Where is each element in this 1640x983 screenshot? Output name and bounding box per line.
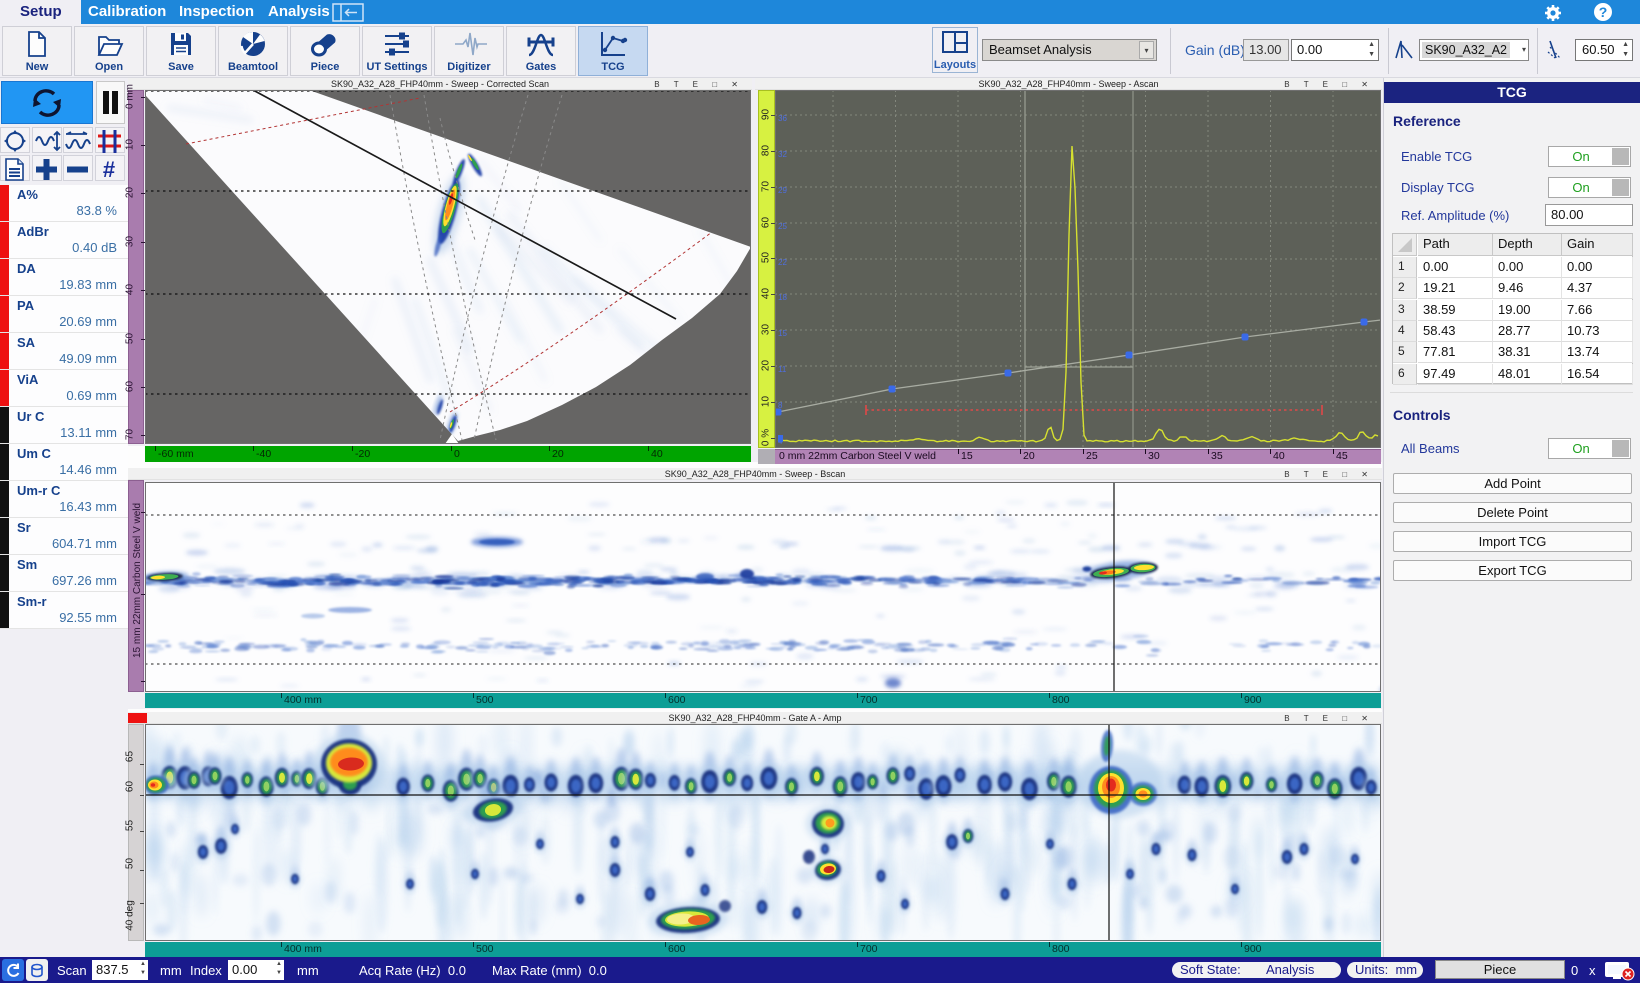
svg-text:#: # — [103, 157, 115, 182]
svg-text:18: 18 — [778, 293, 787, 302]
svg-text:11: 11 — [778, 365, 787, 374]
svg-text:8: 8 — [778, 401, 783, 410]
svg-text:29: 29 — [778, 186, 787, 195]
svg-text:22: 22 — [778, 258, 787, 267]
svg-text:32: 32 — [778, 150, 787, 159]
svg-text:36: 36 — [778, 114, 787, 123]
svg-text:25: 25 — [778, 222, 787, 231]
svg-text:15: 15 — [778, 329, 787, 338]
